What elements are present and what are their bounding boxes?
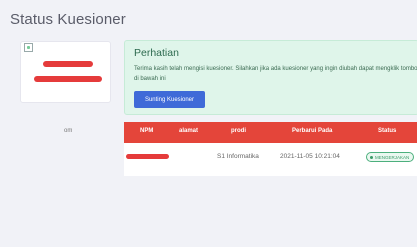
- status-dot-icon: [370, 155, 373, 159]
- column-header-npm: NPM: [140, 128, 154, 134]
- cell-prodi: S1 Informatika: [217, 153, 259, 160]
- alert-title: Perhatian: [134, 47, 179, 59]
- cell-updated: 2021-11-05 10:21:04: [280, 153, 340, 160]
- redacted-npm: [126, 154, 169, 159]
- profile-card: om: [20, 41, 111, 134]
- alert-message: Terima kasih telah mengisi kuesioner. Si…: [134, 66, 417, 82]
- column-header-alamat: alamat: [179, 128, 199, 134]
- column-header-prodi: prodi: [231, 128, 246, 134]
- broken-image-icon: [24, 43, 33, 52]
- redacted-name: [43, 61, 93, 67]
- profile-caption: om: [64, 128, 73, 134]
- status-badge: MENGERJAKAN: [366, 152, 414, 162]
- page-title: Status Kuesioner: [10, 11, 126, 28]
- table-header: NPM alamat prodi Perbarui Pada Status: [124, 122, 417, 143]
- status-table: NPM alamat prodi Perbarui Pada Status S1…: [124, 122, 417, 176]
- notice-alert: Perhatian Terima kasih telah mengisi kue…: [124, 40, 417, 115]
- column-header-status: Status: [378, 128, 397, 134]
- edit-questionnaire-button[interactable]: Sunting Kuesioner: [134, 91, 205, 108]
- status-label: MENGERJAKAN: [375, 154, 410, 160]
- column-header-updated: Perbarui Pada: [292, 128, 333, 134]
- redacted-email: [34, 76, 102, 82]
